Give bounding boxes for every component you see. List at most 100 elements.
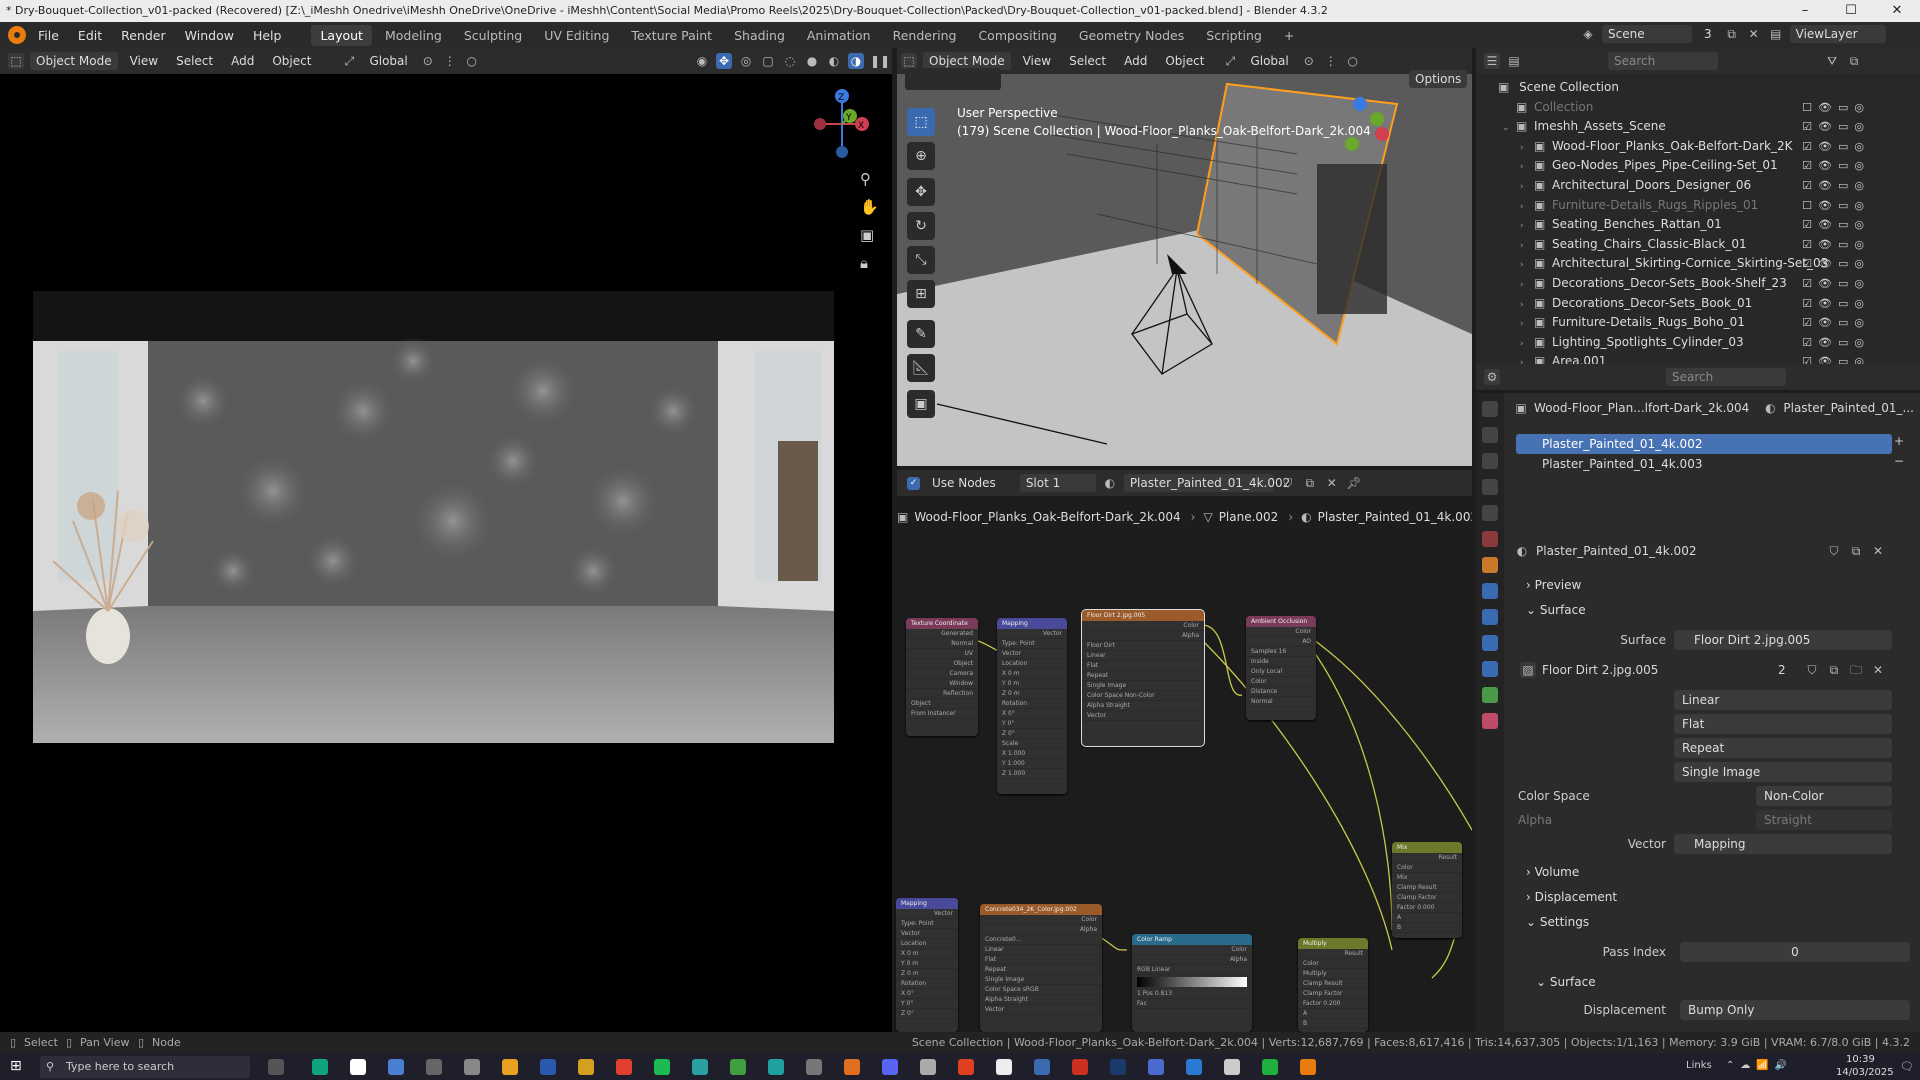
left-menu-object[interactable]: Object [266, 52, 317, 70]
color-space-dropdown[interactable]: Non-Color [1756, 786, 1892, 806]
pass-index-field[interactable]: 0 [1680, 942, 1910, 962]
visibility-toggles-icon[interactable]: ☑👁︎▭◎ [1802, 352, 1870, 364]
unlink-material-icon[interactable]: ✕ [1870, 543, 1886, 559]
tab-sculpting[interactable]: Sculpting [455, 25, 531, 46]
material-tab-icon[interactable] [1482, 713, 1498, 729]
blender-taskbar-icon[interactable] [1300, 1059, 1316, 1075]
object-tab-icon[interactable] [1482, 557, 1498, 573]
image-datablock-name[interactable]: Floor Dirt 2.jpg.005 [1542, 663, 1778, 677]
surface-shader-field[interactable]: Floor Dirt 2.jpg.005 [1674, 630, 1892, 650]
measure-tool-icon[interactable]: 📐︎ [907, 354, 935, 382]
duplicate-image-icon[interactable]: ⧉ [1826, 662, 1842, 678]
menu-window[interactable]: Window [185, 28, 234, 43]
outliner-row[interactable]: › ▣ Decorations_Decor-Sets_Book-Shelf_23 ☑👁… [1476, 274, 1920, 294]
system-tray-icons[interactable]: ⌃☁📶🔊 [1726, 1060, 1793, 1071]
discord-app-icon[interactable] [882, 1059, 898, 1075]
tab-layout[interactable]: Layout [311, 24, 372, 46]
expand-arrow-icon[interactable]: › [1520, 354, 1534, 364]
snap-icon[interactable]: ⋮ [442, 53, 458, 69]
scale-tool-icon[interactable]: ⤡ [907, 246, 935, 274]
wireframe-shading-icon[interactable]: ◌ [782, 53, 798, 69]
app-icon[interactable] [996, 1059, 1012, 1075]
settings-section[interactable]: ⌄ Settings [1512, 910, 1589, 935]
duplicate-material-icon[interactable]: ⧉ [1848, 543, 1864, 559]
proportional-edit-icon[interactable]: ○ [464, 53, 480, 69]
outliner-search-input[interactable]: Search [1608, 52, 1718, 70]
cursor-tool-icon[interactable]: ⊕ [907, 142, 935, 170]
image-texture-node-floor-dirt[interactable]: Floor Dirt 2.jpg.005 Color Alpha Floor D… [1081, 609, 1205, 747]
visibility-toggles-icon[interactable]: ☑👁︎▭◎ [1802, 254, 1870, 274]
scene-selector[interactable]: Scene [1602, 25, 1692, 43]
image-browse-icon[interactable]: ▨ [1520, 662, 1536, 678]
mapping-node[interactable]: Mapping Vector Type: Point Vector Locati… [997, 618, 1067, 794]
material-datablock-name[interactable]: Plaster_Painted_01_4k.002 [1536, 544, 1826, 558]
annotate-tool-icon[interactable]: ✎ [907, 320, 935, 348]
material-slot-1[interactable]: Plaster_Painted_01_4k.002 [1516, 434, 1892, 454]
illustrator-app-icon[interactable] [1072, 1059, 1088, 1075]
ds-app-icon[interactable] [730, 1059, 746, 1075]
visibility-toggles-icon[interactable]: ☑👁︎▭◎ [1802, 235, 1870, 255]
visibility-toggles-icon[interactable]: ☐👁︎▭◎ [1802, 98, 1870, 118]
tab-uv-editing[interactable]: UV Editing [535, 25, 618, 46]
proportional-edit-icon[interactable]: ○ [1345, 53, 1361, 69]
app-icon[interactable] [806, 1059, 822, 1075]
surface-section[interactable]: ⌄ Surface [1512, 598, 1586, 623]
right-menu-select[interactable]: Select [1063, 52, 1112, 70]
view-layer-icon[interactable]: ▤ [1768, 26, 1784, 42]
vlc-app-icon[interactable] [844, 1059, 860, 1075]
xray-icon[interactable]: ▢ [760, 53, 776, 69]
task-view-icon[interactable] [268, 1059, 284, 1075]
scene-icon[interactable]: ◈ [1580, 26, 1596, 42]
outliner-row[interactable]: ⌄ ▣ Imeshh_Assets_Scene ☑👁︎▭◎ [1476, 117, 1920, 137]
outliner-row[interactable]: › ▣ Seating_Benches_Rattan_01 ☑👁︎▭◎ [1476, 215, 1920, 235]
unlink-image-icon[interactable]: ✕ [1870, 662, 1886, 678]
left-menu-view[interactable]: View [124, 52, 164, 70]
notion-app-icon[interactable] [350, 1059, 366, 1075]
pivot-icon[interactable]: ⊙ [1301, 53, 1317, 69]
app-icon[interactable] [426, 1059, 442, 1075]
source-dropdown[interactable]: Single Image [1674, 762, 1892, 782]
left-menu-select[interactable]: Select [170, 52, 219, 70]
tab-shading[interactable]: Shading [725, 25, 794, 46]
display-mode-icon[interactable]: ▤ [1506, 53, 1522, 69]
close-icon[interactable]: ✕ [1874, 0, 1920, 22]
slot-dropdown[interactable]: Slot 1 [1019, 474, 1096, 492]
menu-file[interactable]: File [38, 28, 59, 43]
calculator-app-icon[interactable] [540, 1059, 556, 1075]
outliner-editor-icon[interactable]: ☰ [1484, 53, 1500, 69]
camera-view-icon[interactable]: ▣ [860, 226, 874, 244]
right-menu-object[interactable]: Object [1159, 52, 1210, 70]
outliner-row[interactable]: › ▣ Area.001 ☑👁︎▭◎ [1476, 352, 1920, 364]
visibility-toggles-icon[interactable]: ☑👁︎▭◎ [1802, 294, 1870, 314]
pivot-icon[interactable]: ⊙ [420, 53, 436, 69]
outliner-row[interactable]: › ▣ Furniture-Details_Rugs_Boho_01 ☑👁︎▭◎ [1476, 313, 1920, 333]
visibility-toggles-icon[interactable]: ☐👁︎▭◎ [1802, 196, 1870, 216]
view-layer-selector[interactable]: ViewLayer [1789, 25, 1886, 43]
left-mode-dropdown[interactable]: Object Mode [30, 52, 118, 70]
editor-type-icon[interactable]: ⬚ [901, 53, 917, 69]
material-browse-icon[interactable]: ◐ [1514, 543, 1530, 559]
settings-surface-subsection[interactable]: ⌄ Surface [1512, 970, 1596, 995]
taskbar-links-label[interactable]: Links [1686, 1060, 1712, 1071]
add-slot-icon[interactable]: + [1894, 434, 1904, 448]
tab-compositing[interactable]: Compositing [969, 25, 1065, 46]
lock-icon[interactable]: 🔒︎ [860, 254, 868, 272]
pt-app-icon[interactable] [768, 1059, 784, 1075]
delete-scene-icon[interactable]: ✕ [1746, 26, 1762, 42]
select-mode-buttons[interactable] [905, 68, 1001, 90]
menu-render[interactable]: Render [121, 28, 166, 43]
app-icon[interactable] [920, 1059, 936, 1075]
right-viewport[interactable]: User Perspective (179) Scene Collection … [897, 68, 1472, 466]
modifier-tab-icon[interactable] [1482, 583, 1498, 599]
node-editor-canvas[interactable]: Texture Coordinate Generated Normal UV O… [892, 530, 1472, 1032]
chatgpt-app-icon[interactable] [312, 1059, 328, 1075]
spotify-app-icon[interactable] [654, 1059, 670, 1075]
tab-rendering[interactable]: Rendering [884, 25, 966, 46]
open-image-icon[interactable]: 🗀︎ [1848, 662, 1864, 678]
tab-animation[interactable]: Animation [798, 25, 880, 46]
view-layer-tab-icon[interactable] [1482, 479, 1498, 495]
visibility-icon[interactable]: ◉ [694, 53, 710, 69]
material-sphere-icon[interactable]: ◐ [1102, 475, 1118, 491]
menu-edit[interactable]: Edit [78, 28, 102, 43]
displacement-method-dropdown[interactable]: Bump Only [1680, 1000, 1910, 1020]
